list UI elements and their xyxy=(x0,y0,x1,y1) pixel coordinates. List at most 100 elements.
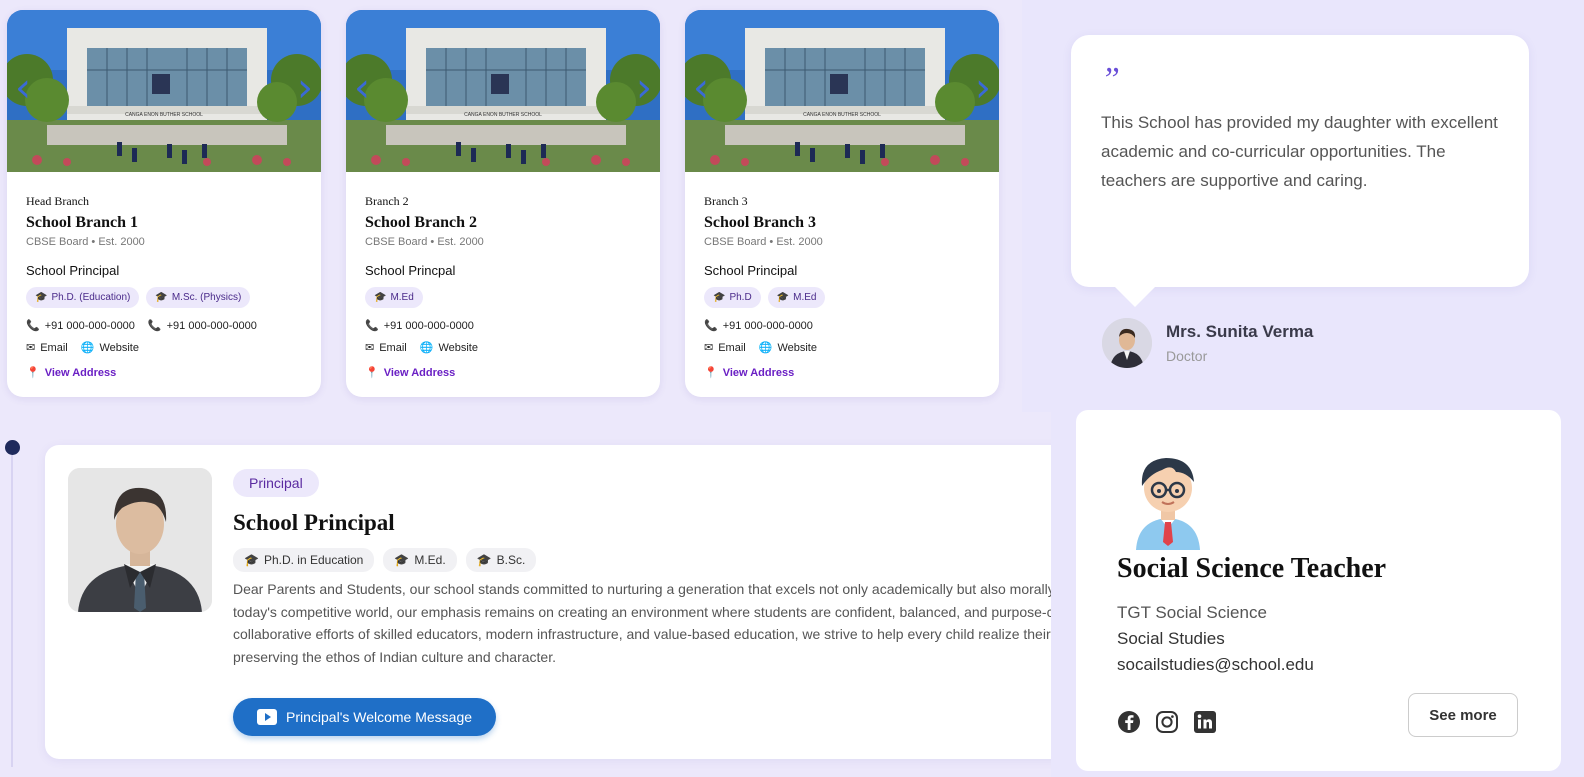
video-play-icon xyxy=(257,709,277,725)
school-building-image: CANGA ENON BUTHER SCHOOL xyxy=(685,10,999,172)
branch-tag: Branch 3 xyxy=(704,194,748,208)
timeline-dot xyxy=(5,440,20,455)
branch-principal-role: School Principal xyxy=(704,263,798,278)
email-link[interactable]: ✉ Email xyxy=(365,341,407,355)
teacher-section: Social Science Teacher TGT Social Scienc… xyxy=(1051,410,1584,777)
email-link[interactable]: ✉ Email xyxy=(26,341,68,355)
graduation-cap-icon: 🎓 xyxy=(394,553,410,567)
globe-icon: 🌐 xyxy=(419,342,434,354)
qualification-chip: 🎓 M.Ed xyxy=(767,287,826,308)
phone-link[interactable]: 📞 +91 000-000-0000 xyxy=(26,319,135,333)
qualification-chip: 🎓 Ph.D. (Education) xyxy=(26,287,140,308)
teacher-avatar xyxy=(1136,458,1200,550)
email-link[interactable]: ✉ Email xyxy=(704,341,746,355)
carousel-prev-button[interactable]: ‹ xyxy=(15,68,31,108)
branch-principal-role: School Princpal xyxy=(365,263,456,278)
envelope-icon: ✉ xyxy=(365,342,375,354)
branch-photo: CANGA ENON BUTHER SCHOOL ‹ › xyxy=(7,10,321,172)
website-link[interactable]: 🌐 Website xyxy=(758,341,817,355)
branch-meta: CBSE Board • Est. 2000 xyxy=(704,236,823,248)
principal-photo xyxy=(68,468,212,612)
website-link[interactable]: 🌐 Website xyxy=(80,341,139,355)
envelope-icon: ✉ xyxy=(26,342,36,354)
facebook-icon[interactable] xyxy=(1117,710,1141,734)
testimonial-author: Mrs. Sunita Verma Doctor xyxy=(1102,318,1313,368)
qualification-chip: 🎓 M.Ed xyxy=(365,287,423,308)
timeline-line xyxy=(11,452,13,767)
message-line: preserving the ethos of Indian culture a… xyxy=(233,648,556,665)
qualification-chip: 🎓 Ph.D xyxy=(704,287,761,308)
principal-avatar-image xyxy=(68,468,212,612)
branch-meta: CBSE Board • Est. 2000 xyxy=(365,236,484,248)
phone-link[interactable]: 📞 +91 000-000-0000 xyxy=(365,319,474,333)
testimonial-text: This School has provided my daughter wit… xyxy=(1101,113,1498,190)
social-links xyxy=(1117,710,1217,734)
testimonial-section: ” This School has provided my daughter w… xyxy=(1022,0,1584,412)
branch-meta: CBSE Board • Est. 2000 xyxy=(26,236,145,248)
teacher-title: Social Science Teacher xyxy=(1117,553,1387,584)
carousel-prev-button[interactable]: ‹ xyxy=(354,68,370,108)
qualification-chip: 🎓 M.Ed. xyxy=(383,548,457,572)
phone-link[interactable]: 📞 +91 000-000-0000 xyxy=(704,319,813,333)
view-address-link[interactable]: 📍 View Address xyxy=(704,366,794,380)
school-building-image: CANGA ENON BUTHER SCHOOL xyxy=(346,10,660,172)
carousel-next-button[interactable]: › xyxy=(975,68,991,108)
branch-card: CANGA ENON BUTHER SCHOOL ‹ › Branch 2 Sc… xyxy=(346,10,660,397)
message-line: Dear Parents and Students, our school st… xyxy=(233,581,1055,597)
branch-tag: Branch 2 xyxy=(365,194,409,208)
view-address-link[interactable]: 📍 View Address xyxy=(26,366,116,380)
envelope-icon: ✉ xyxy=(704,342,714,354)
carousel-next-button[interactable]: › xyxy=(297,68,313,108)
message-line: today's competitive world, our emphasis … xyxy=(233,603,1054,620)
principal-badge: Principal xyxy=(233,469,319,497)
branch-principal-role: School Principal xyxy=(26,263,120,278)
graduation-cap-icon: 🎓 xyxy=(713,292,726,303)
teacher-email[interactable]: socailstudies@school.edu xyxy=(1117,655,1314,675)
carousel-next-button[interactable]: › xyxy=(636,68,652,108)
principal-name: School Principal xyxy=(233,510,395,535)
graduation-cap-icon: 🎓 xyxy=(35,292,48,303)
teacher-subject: Social Studies xyxy=(1117,629,1225,648)
message-line: collaborative efforts of skilled educato… xyxy=(233,626,1051,642)
instagram-icon[interactable] xyxy=(1155,710,1179,734)
author-role: Doctor xyxy=(1166,348,1208,364)
globe-icon: 🌐 xyxy=(80,342,95,354)
branch-photo: CANGA ENON BUTHER SCHOOL ‹ › xyxy=(685,10,999,172)
building-sign: CANGA ENON BUTHER SCHOOL xyxy=(464,112,542,118)
school-building-image: CANGA ENON BUTHER SCHOOL xyxy=(7,10,321,172)
map-pin-icon: 📍 xyxy=(365,367,379,379)
teacher-card: Social Science Teacher TGT Social Scienc… xyxy=(1076,410,1561,771)
teacher-designation: TGT Social Science xyxy=(1117,603,1267,622)
linkedin-icon[interactable] xyxy=(1193,710,1217,734)
welcome-message-button[interactable]: Principal's Welcome Message xyxy=(233,698,497,736)
author-avatar-image xyxy=(1102,318,1152,368)
branch-name: School Branch 2 xyxy=(365,214,478,231)
view-address-link[interactable]: 📍 View Address xyxy=(365,366,455,380)
phone-icon: 📞 xyxy=(26,320,40,332)
avatar xyxy=(1102,318,1152,368)
graduation-cap-icon: 🎓 xyxy=(776,292,790,303)
branch-card: CANGA ENON BUTHER SCHOOL ‹ › Head Branch… xyxy=(7,10,321,397)
phone-icon: 📞 xyxy=(365,320,379,332)
principal-message: Dear Parents and Students, our school st… xyxy=(233,578,1065,668)
graduation-cap-icon: 🎓 xyxy=(244,553,259,567)
qualification-chip: 🎓 M.Sc. (Physics) xyxy=(146,287,251,308)
graduation-cap-icon: 🎓 xyxy=(374,292,387,303)
website-link[interactable]: 🌐 Website xyxy=(419,341,478,355)
graduation-cap-icon: 🎓 xyxy=(155,292,168,303)
branch-photo: CANGA ENON BUTHER SCHOOL ‹ › xyxy=(346,10,660,172)
phone-link[interactable]: 📞 +91 000-000-0000 xyxy=(148,319,257,333)
phone-icon: 📞 xyxy=(704,320,718,332)
principal-card: Principal School Principal 🎓 Ph.D. in Edu… xyxy=(45,445,1065,759)
globe-icon: 🌐 xyxy=(758,342,773,354)
building-sign: CANGA ENON BUTHER SCHOOL xyxy=(803,112,881,118)
branch-name: School Branch 3 xyxy=(704,214,817,231)
principal-section: Principal School Principal 🎓 Ph.D. in Edu… xyxy=(0,412,1065,777)
qualification-chip: 🎓 B.Sc. xyxy=(465,548,537,572)
building-sign: CANGA ENON BUTHER SCHOOL xyxy=(125,112,203,118)
map-pin-icon: 📍 xyxy=(26,367,40,379)
branch-cards-section: CANGA ENON BUTHER SCHOOL ‹ › Head Branch… xyxy=(0,0,1022,412)
graduation-cap-icon: 🎓 xyxy=(476,553,492,567)
see-more-button[interactable]: See more xyxy=(1408,693,1518,737)
carousel-prev-button[interactable]: ‹ xyxy=(693,68,709,108)
